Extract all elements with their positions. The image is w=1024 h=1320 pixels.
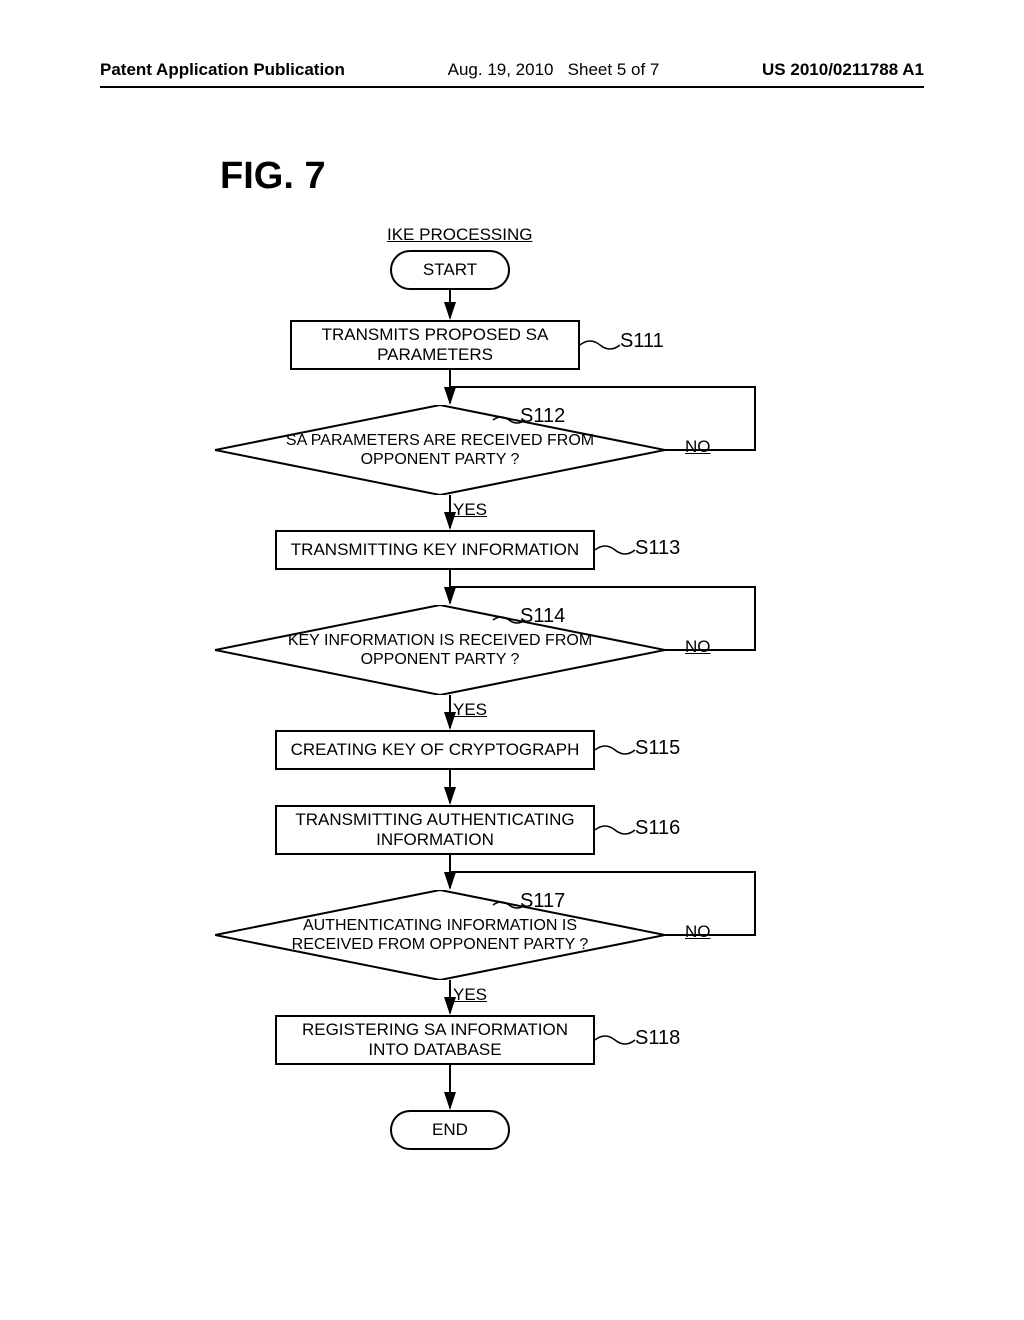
process-s116-text: TRANSMITTING AUTHENTICATING INFORMATION: [285, 810, 585, 850]
process-s113-text: TRANSMITTING KEY INFORMATION: [291, 540, 579, 560]
process-s111: TRANSMITS PROPOSED SA PARAMETERS: [290, 320, 580, 370]
decision-s114-text: KEY INFORMATION IS RECEIVED FROM OPPONEN…: [265, 631, 615, 669]
step-label-s118: S118: [635, 1027, 680, 1050]
decision-s112: SA PARAMETERS ARE RECEIVED FROM OPPONENT…: [215, 405, 665, 495]
sheet-num: Sheet 5 of 7: [568, 60, 660, 79]
branch-no-s117: NO: [685, 922, 711, 942]
step-label-s114: S114: [520, 605, 565, 628]
step-label-s112: S112: [520, 405, 565, 428]
branch-yes-s114: YES: [453, 700, 487, 720]
process-s118: REGISTERING SA INFORMATION INTO DATABASE: [275, 1015, 595, 1065]
process-s115-text: CREATING KEY OF CRYPTOGRAPH: [291, 740, 580, 760]
terminator-end-label: END: [432, 1120, 468, 1140]
branch-no-s112: NO: [685, 437, 711, 457]
step-label-s115: S115: [635, 737, 680, 760]
process-s116: TRANSMITTING AUTHENTICATING INFORMATION: [275, 805, 595, 855]
step-label-s117: S117: [520, 890, 565, 913]
decision-s114: KEY INFORMATION IS RECEIVED FROM OPPONEN…: [215, 605, 665, 695]
branch-yes-s112: YES: [453, 500, 487, 520]
step-label-s111: S111: [620, 330, 664, 353]
terminator-start: START: [390, 250, 510, 290]
branch-no-s114: NO: [685, 637, 711, 657]
process-s113: TRANSMITTING KEY INFORMATION: [275, 530, 595, 570]
figure-label: FIG. 7: [220, 155, 326, 198]
pub-date: Aug. 19, 2010: [448, 60, 554, 79]
terminator-start-label: START: [423, 260, 477, 280]
pub-date-sheet: Aug. 19, 2010 Sheet 5 of 7: [448, 60, 660, 80]
step-label-s116: S116: [635, 817, 680, 840]
branch-yes-s117: YES: [453, 985, 487, 1005]
process-s115: CREATING KEY OF CRYPTOGRAPH: [275, 730, 595, 770]
pub-type: Patent Application Publication: [100, 60, 345, 80]
decision-s117-text: AUTHENTICATING INFORMATION IS RECEIVED F…: [265, 916, 615, 954]
process-s118-text: REGISTERING SA INFORMATION INTO DATABASE: [285, 1020, 585, 1060]
decision-s117: AUTHENTICATING INFORMATION IS RECEIVED F…: [215, 890, 665, 980]
process-title: IKE PROCESSING: [387, 225, 532, 245]
pub-number: US 2010/0211788 A1: [762, 60, 924, 80]
process-s111-text: TRANSMITS PROPOSED SA PARAMETERS: [300, 325, 570, 365]
page-header: Patent Application Publication Aug. 19, …: [100, 60, 924, 88]
terminator-end: END: [390, 1110, 510, 1150]
step-label-s113: S113: [635, 537, 680, 560]
decision-s112-text: SA PARAMETERS ARE RECEIVED FROM OPPONENT…: [265, 431, 615, 469]
